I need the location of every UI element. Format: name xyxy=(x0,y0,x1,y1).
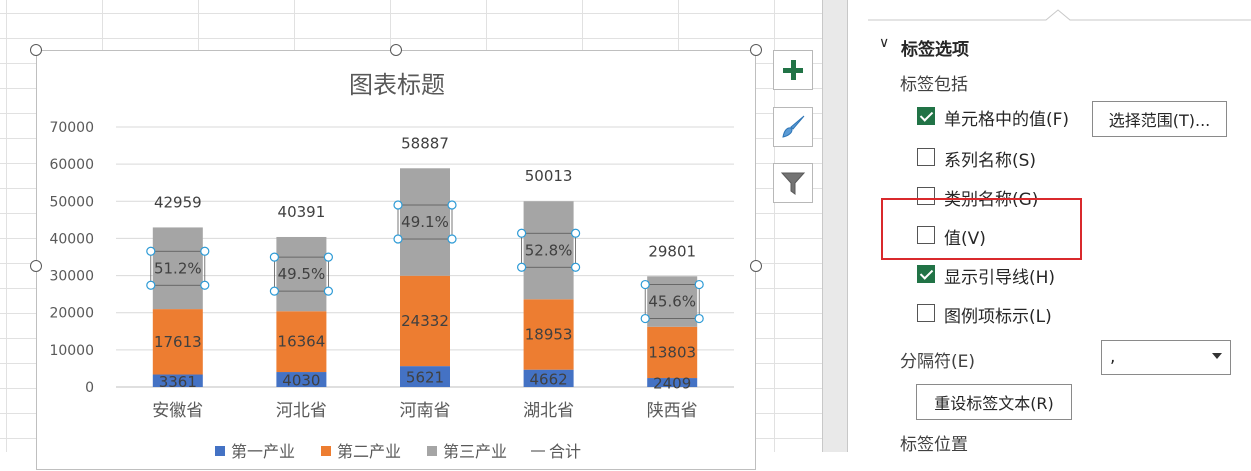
show-leader-lines-checkbox[interactable] xyxy=(917,265,935,283)
label-selection-handle[interactable] xyxy=(393,200,403,210)
category-label: 湖北省 xyxy=(523,401,574,421)
label-position-heading: 标签位置 xyxy=(900,435,968,455)
show-leader-lines-label[interactable]: 显示引导线(H) xyxy=(944,263,1055,288)
chart-title[interactable]: 图表标题 xyxy=(349,71,445,99)
data-label-total[interactable]: 50013 xyxy=(525,167,573,185)
label-selection-handle[interactable] xyxy=(269,286,279,296)
resize-handle-top-right[interactable] xyxy=(750,44,762,56)
data-label-total[interactable]: 42959 xyxy=(154,193,202,211)
label-selection-handle[interactable] xyxy=(323,286,333,296)
category-label: 陕西省 xyxy=(647,401,698,421)
label-selection-handle[interactable] xyxy=(269,252,279,262)
data-label-secondary[interactable]: 16364 xyxy=(278,333,326,351)
label-selection-handle[interactable] xyxy=(694,313,704,324)
plus-icon xyxy=(783,60,803,80)
chart-area[interactable]: 图表标题 0 10000 20000 30000 40000 50000 60000 7000… xyxy=(36,50,756,470)
data-label-total[interactable]: 29801 xyxy=(648,242,696,260)
stacked-bar-chart[interactable]: 图表标题 0 10000 20000 30000 40000 50000 60000 7000… xyxy=(37,51,757,471)
legend-key-checkbox[interactable] xyxy=(917,304,935,322)
y-tick-label: 30000 xyxy=(49,269,94,285)
label-selection-handle[interactable] xyxy=(200,280,210,290)
pane-divider-notch xyxy=(868,9,1251,21)
label-selection-handle[interactable] xyxy=(393,234,403,244)
label-selection-handle[interactable] xyxy=(570,262,581,272)
series-name-checkbox[interactable] xyxy=(917,148,935,166)
chart-filters-button[interactable] xyxy=(773,163,813,203)
chevron-down-icon[interactable]: ∨ xyxy=(879,35,889,51)
label-includes-heading: 标签包括 xyxy=(900,75,968,95)
data-label-percent[interactable]: 45.6% xyxy=(648,293,696,311)
category-label: 河南省 xyxy=(400,401,451,421)
resize-handle-left-middle[interactable] xyxy=(30,260,42,272)
data-label-secondary[interactable]: 18953 xyxy=(525,325,573,343)
separator-label: 分隔符(E) xyxy=(900,352,976,372)
resize-handle-top-middle[interactable] xyxy=(390,44,402,56)
y-tick-label: 60000 xyxy=(49,157,94,173)
y-tick-label: 50000 xyxy=(49,194,94,210)
legend-key-label[interactable]: 图例项标示(L) xyxy=(944,302,1052,327)
label-selection-handle[interactable] xyxy=(570,228,581,238)
y-tick-label: 20000 xyxy=(49,306,94,322)
chart-styles-button[interactable] xyxy=(773,107,813,147)
label-selection-handle[interactable] xyxy=(146,280,156,290)
data-label-primary[interactable]: 5621 xyxy=(406,369,444,387)
data-label-primary[interactable]: 3361 xyxy=(159,373,197,391)
label-selection-handle[interactable] xyxy=(447,234,457,244)
data-label-primary[interactable]: 4662 xyxy=(530,370,568,388)
label-selection-handle[interactable] xyxy=(694,279,704,290)
resize-handle-top-left[interactable] xyxy=(30,44,42,56)
value-from-cells-checkbox[interactable] xyxy=(917,107,935,125)
panel-splitter[interactable] xyxy=(822,0,848,452)
series-name-label[interactable]: 系列名称(S) xyxy=(944,146,1036,171)
legend-swatch-2 xyxy=(321,446,331,456)
data-label-percent[interactable]: 49.5% xyxy=(278,265,326,283)
data-label-percent[interactable]: 52.8% xyxy=(525,241,573,259)
separator-value: , xyxy=(1110,347,1116,367)
data-label-percent[interactable]: 51.2% xyxy=(154,259,202,277)
brush-icon xyxy=(782,115,805,138)
reset-label-text-button[interactable]: 重设标签文本(R) xyxy=(916,384,1072,420)
label-selection-handle[interactable] xyxy=(323,252,333,262)
label-selection-handle[interactable] xyxy=(146,246,156,256)
label-selection-handle[interactable] xyxy=(640,313,650,324)
filter-icon xyxy=(780,172,806,195)
label-selection-handle[interactable] xyxy=(517,228,527,238)
resize-handle-right-middle[interactable] xyxy=(750,260,762,272)
label-selection-handle[interactable] xyxy=(640,279,650,290)
section-title-label-options[interactable]: 标签选项 xyxy=(901,35,969,60)
data-label-secondary[interactable]: 13803 xyxy=(648,343,696,361)
legend-swatch-3 xyxy=(427,446,437,456)
data-label-secondary[interactable]: 17613 xyxy=(154,333,202,351)
chart-elements-button[interactable] xyxy=(773,50,813,90)
data-label-total[interactable]: 58887 xyxy=(401,134,449,152)
data-label-secondary[interactable]: 24332 xyxy=(401,312,449,330)
category-label: 河北省 xyxy=(276,401,327,421)
dropdown-arrow-icon xyxy=(1212,353,1222,359)
legend-swatch-1 xyxy=(215,446,225,456)
category-label: 安徽省 xyxy=(152,401,203,421)
data-label-primary[interactable]: 4030 xyxy=(282,372,320,390)
data-label-total[interactable]: 40391 xyxy=(278,203,326,221)
y-tick-label: 70000 xyxy=(49,120,94,136)
y-tick-label: 40000 xyxy=(49,231,94,247)
value-from-cells-label[interactable]: 单元格中的值(F) xyxy=(944,105,1069,130)
data-label-percent[interactable]: 49.1% xyxy=(401,213,449,231)
data-label-primary[interactable]: 2409 xyxy=(653,375,691,393)
separator-dropdown[interactable]: , xyxy=(1101,340,1231,375)
y-tick-label: 10000 xyxy=(49,343,94,359)
label-selection-handle[interactable] xyxy=(200,246,210,256)
y-tick-label: 0 xyxy=(85,380,94,396)
label-selection-handle[interactable] xyxy=(517,262,527,272)
label-selection-handle[interactable] xyxy=(447,200,457,210)
select-range-button[interactable]: 选择范围(T)... xyxy=(1092,101,1227,137)
highlight-annotation-box xyxy=(881,198,1082,260)
